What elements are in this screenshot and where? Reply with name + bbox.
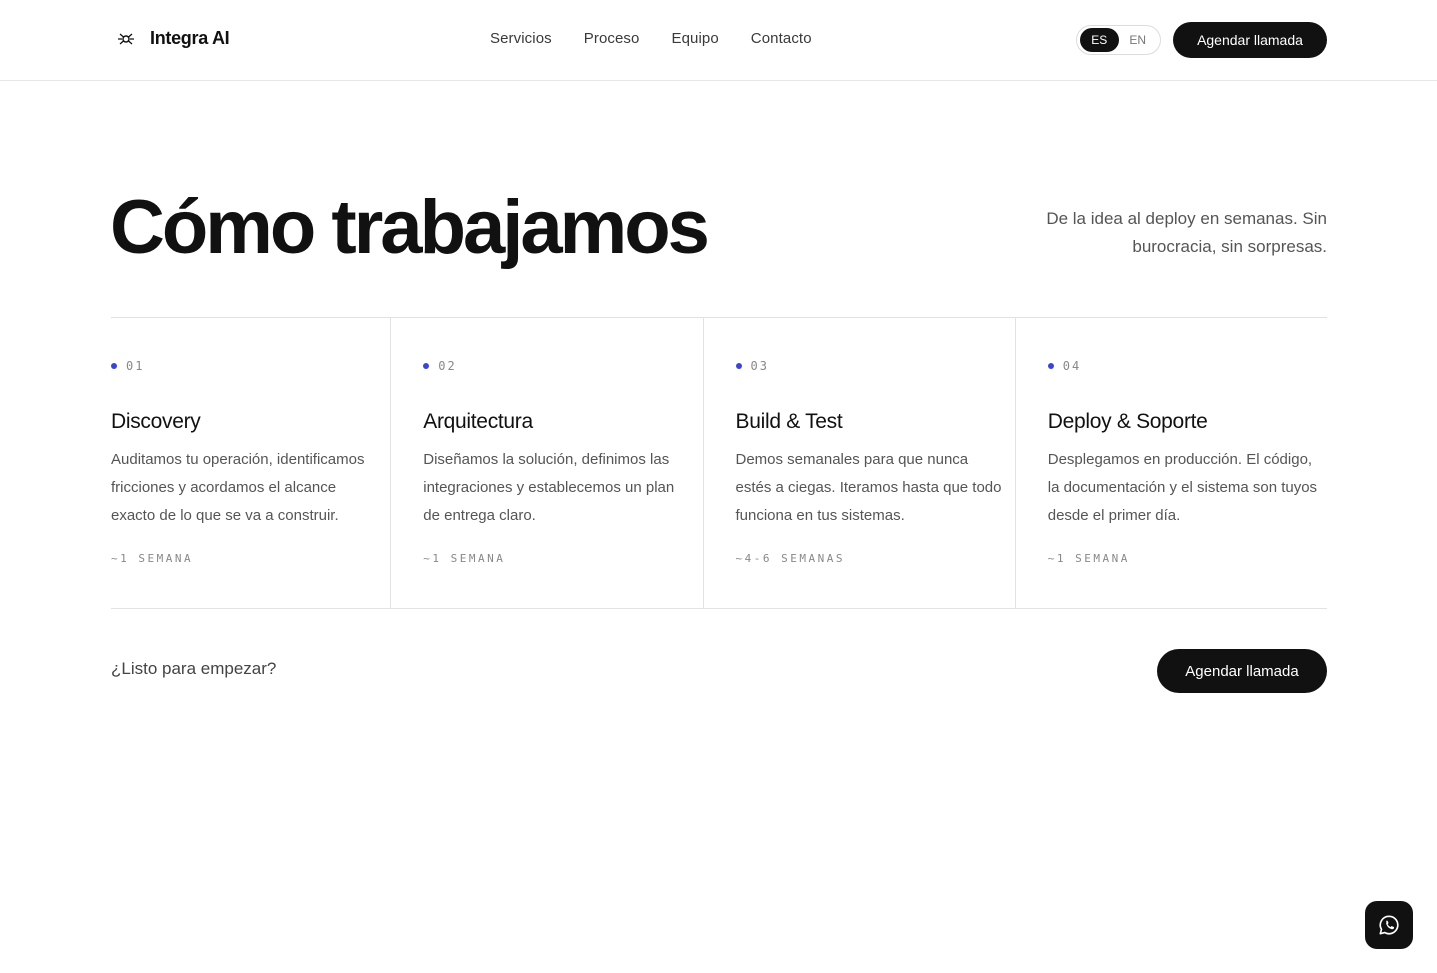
- step-number: 03: [750, 359, 769, 373]
- language-toggle: ES EN: [1076, 25, 1161, 55]
- step-title: Build & Test: [735, 410, 843, 433]
- step-duration: ~1 SEMANA: [111, 552, 194, 565]
- step-card: 03 Build & Test Demos semanales para que…: [704, 318, 1016, 608]
- step-description: Desplegamos en producción. El código, la…: [1047, 451, 1318, 524]
- schedule-call-bottom-button[interactable]: Agendar llamada: [1157, 649, 1327, 693]
- step-dot-icon: [735, 363, 742, 369]
- step-card: 04 Deploy & Soporte Desplegamos en produ…: [1016, 318, 1327, 608]
- step-card: 02 Arquitectura Diseñamos la solución, d…: [391, 318, 704, 608]
- step-description: Auditamos tu operación, identificamos fr…: [111, 451, 365, 524]
- nav-equipo[interactable]: Equipo: [671, 30, 718, 47]
- step-dot-icon: [423, 363, 430, 369]
- lang-es-button[interactable]: ES: [1080, 28, 1119, 52]
- step-number-row: 02: [423, 358, 702, 374]
- nav-servicios[interactable]: Servicios: [490, 30, 552, 47]
- step-number-row: 01: [111, 358, 390, 374]
- page-title: Cómo trabajamos: [110, 185, 710, 270]
- step-duration: ~1 SEMANA: [423, 552, 506, 565]
- step-description: Demos semanales para que nunca estés a c…: [735, 451, 1002, 524]
- step-number: 01: [126, 359, 145, 373]
- main-nav: Servicios Proceso Equipo Contacto: [490, 30, 812, 47]
- site-header: Integra AI Servicios Proceso Equipo Cont…: [0, 0, 1437, 81]
- step-number-row: 03: [735, 358, 1015, 374]
- schedule-call-button[interactable]: Agendar llamada: [1173, 22, 1327, 58]
- step-card: 01 Discovery Auditamos tu operación, ide…: [111, 318, 392, 608]
- process-steps: 01 Discovery Auditamos tu operación, ide…: [111, 317, 1327, 609]
- ready-question: ¿Listo para empezar?: [111, 659, 277, 678]
- step-dot-icon: [111, 363, 117, 369]
- nav-proceso[interactable]: Proceso: [584, 30, 640, 47]
- step-description: Diseñamos la solución, definimos las int…: [423, 451, 675, 524]
- step-duration: ~4-6 SEMANAS: [735, 552, 845, 565]
- lang-en-button[interactable]: EN: [1119, 28, 1158, 52]
- whatsapp-button[interactable]: [1365, 901, 1413, 949]
- step-title: Deploy & Soporte: [1047, 410, 1208, 433]
- step-duration: ~1 SEMANA: [1047, 552, 1130, 565]
- step-number: 04: [1062, 359, 1082, 373]
- whatsapp-icon: [1379, 915, 1399, 935]
- step-title: Arquitectura: [423, 410, 533, 433]
- nav-contacto[interactable]: Contacto: [751, 30, 812, 47]
- integra-logo-icon: [118, 33, 134, 44]
- brand-name: Integra AI: [150, 28, 230, 48]
- step-dot-icon: [1047, 363, 1054, 369]
- page-subtitle: De la idea al deploy en semanas. Sin bur…: [1046, 209, 1327, 256]
- step-title: Discovery: [111, 410, 201, 433]
- brand[interactable]: Integra AI: [116, 28, 230, 49]
- step-number: 02: [438, 359, 457, 373]
- step-number-row: 04: [1047, 358, 1327, 374]
